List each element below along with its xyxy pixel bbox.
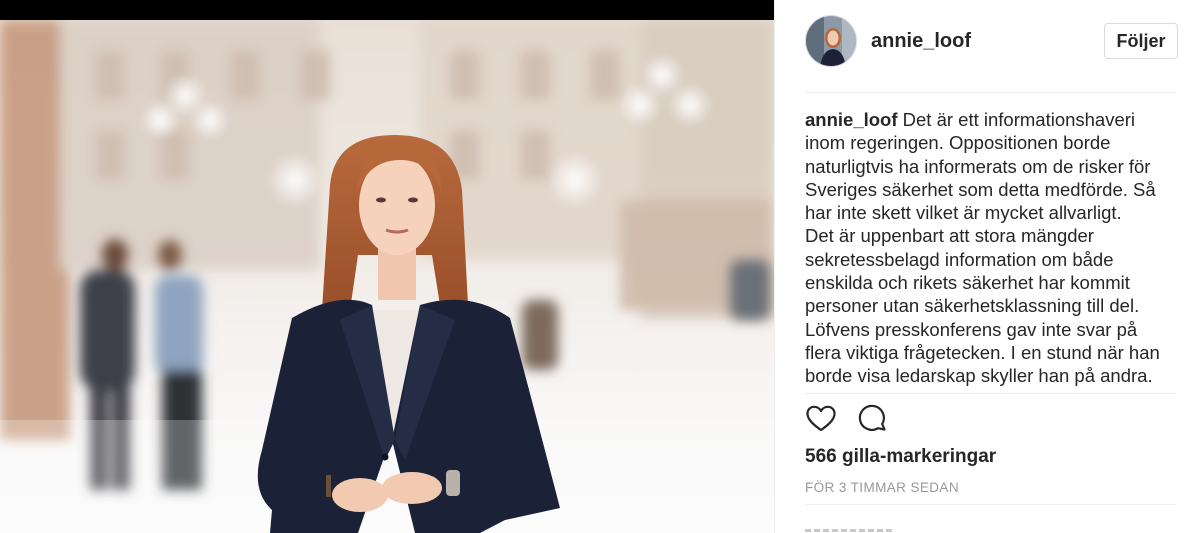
post-caption: annie_loof Det är ett informationshaveri… [805, 108, 1185, 388]
caption-line: naturligtvis ha informerats om de risker… [805, 155, 1151, 177]
caption-line: har inte skett vilket är mycket allvarli… [805, 202, 1122, 224]
caption-line: Sveriges säkerhet som detta medförde. Så [805, 178, 1156, 200]
caption-line: enskilda och rikets säkerhet har kommit [805, 272, 1130, 294]
caption-line: borde visa ledarskap skyller han på andr… [805, 365, 1153, 387]
photo-top-bar [0, 0, 774, 20]
caption-line: sekretessbelagd information om både [805, 248, 1114, 270]
caption-line: flera viktiga frågetecken. I en stund nä… [805, 341, 1160, 363]
comments-divider [805, 504, 1177, 505]
post-photo[interactable] [0, 20, 774, 533]
caption-line: personer utan säkerhetsklassning till de… [805, 295, 1140, 317]
comment-input-cutoff [805, 525, 895, 533]
post-header: annie_loof Följer [775, 0, 1200, 84]
heart-icon[interactable] [805, 403, 837, 435]
post-username[interactable]: annie_loof [871, 30, 971, 53]
post-photo-pane [0, 0, 774, 533]
caption-line: Det är uppenbart att stora mängder [805, 225, 1094, 247]
post-timestamp[interactable]: FÖR 3 TIMMAR SEDAN [805, 480, 959, 495]
header-divider [805, 92, 1177, 93]
post-sidebar: annie_loof Följer annie_loof Det är ett … [774, 0, 1200, 533]
caption-line: Löfvens presskonferens gav inte svar på [805, 318, 1138, 340]
likes-count[interactable]: 566 gilla-markeringar [805, 446, 996, 468]
following-button[interactable]: Följer [1104, 23, 1178, 59]
avatar[interactable] [805, 15, 857, 67]
caption-divider [805, 393, 1177, 394]
caption-line: Det är ett informationshaveri [897, 109, 1136, 130]
caption-username[interactable]: annie_loof [805, 109, 898, 130]
avatar-image [806, 16, 856, 66]
post-actions [805, 402, 889, 436]
caption-line: inom regeringen. Oppositionen borde [805, 132, 1111, 154]
comment-icon[interactable] [857, 403, 889, 435]
